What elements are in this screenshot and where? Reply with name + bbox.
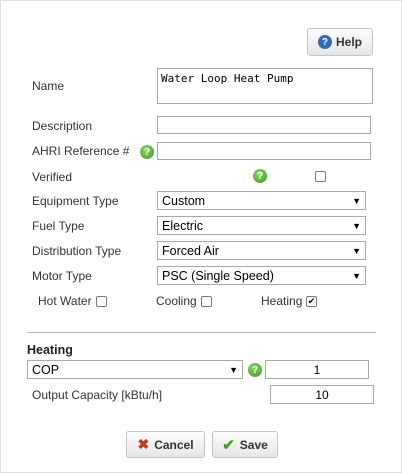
dropdown-arrow-icon: ▼ (352, 220, 361, 231)
motor-type-select[interactable]: PSC (Single Speed) ▼ (157, 266, 366, 285)
save-check-icon: ✔ (222, 436, 235, 454)
save-button-label: Save (239, 437, 268, 452)
help-button-label: Help (335, 35, 362, 49)
efficiency-metric-select[interactable]: COP ▼ (27, 360, 243, 379)
motor-type-label: Motor Type (32, 269, 92, 283)
section-divider (27, 332, 376, 333)
efficiency-value-field[interactable]: 1 (265, 360, 369, 379)
dropdown-arrow-icon: ▼ (229, 364, 238, 375)
help-button[interactable]: ? Help (307, 28, 373, 56)
help-icon: ? (317, 35, 332, 49)
save-button[interactable]: ✔ Save (212, 431, 278, 458)
distribution-type-select[interactable]: Forced Air ▼ (157, 241, 366, 260)
ahri-help-icon[interactable]: ? (140, 145, 154, 159)
distribution-type-value: Forced Air (162, 243, 219, 258)
description-field[interactable] (157, 116, 371, 134)
fuel-type-select[interactable]: Electric ▼ (157, 216, 366, 235)
description-label: Description (32, 119, 93, 133)
verified-label: Verified (32, 170, 73, 184)
cancel-button[interactable]: ✖ Cancel (126, 431, 205, 458)
cooling-checkbox[interactable] (201, 296, 212, 307)
name-field[interactable]: Water Loop Heat Pump (157, 68, 373, 104)
cooling-label: Cooling (156, 294, 197, 308)
heating-section-title: Heating (27, 343, 73, 357)
verified-help-icon[interactable]: ? (253, 169, 267, 183)
output-capacity-field[interactable]: 10 (270, 385, 374, 404)
hot-water-checkbox[interactable] (96, 296, 107, 307)
fuel-type-label: Fuel Type (32, 219, 85, 233)
equipment-type-label: Equipment Type (32, 194, 119, 208)
dropdown-arrow-icon: ▼ (352, 195, 361, 206)
cancel-button-label: Cancel (154, 437, 194, 452)
dropdown-arrow-icon: ▼ (352, 245, 361, 256)
equipment-type-select[interactable]: Custom ▼ (157, 191, 366, 210)
efficiency-metric-value: COP (32, 362, 60, 377)
hot-water-label: Hot Water (38, 294, 92, 308)
fuel-type-value: Electric (162, 218, 203, 233)
motor-type-value: PSC (Single Speed) (162, 268, 274, 283)
heating-checkbox[interactable]: ✔ (306, 296, 317, 307)
verified-checkbox[interactable] (315, 171, 326, 182)
efficiency-help-icon[interactable]: ? (248, 363, 262, 377)
cancel-x-icon: ✖ (137, 436, 150, 452)
heating-label: Heating (261, 294, 303, 308)
equipment-type-value: Custom (162, 193, 206, 208)
ahri-label: AHRI Reference # (32, 144, 130, 158)
ahri-reference-field[interactable] (157, 142, 371, 160)
distribution-type-label: Distribution Type (32, 244, 122, 258)
output-capacity-label: Output Capacity [kBtu/h] (32, 388, 163, 402)
name-label: Name (32, 79, 65, 93)
dropdown-arrow-icon: ▼ (352, 270, 361, 281)
